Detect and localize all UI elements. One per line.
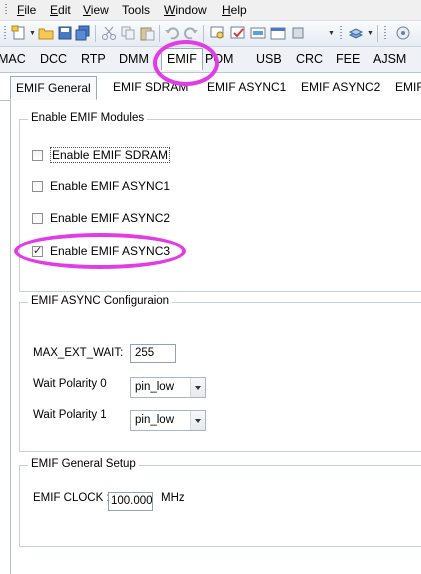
module-tab-bar: MAC DCC RTP DMM POM USB CRC FEE AJSM EMI… — [0, 47, 421, 73]
emif-general-panel: Enable EMIF Modules Enable EMIF SDRAM En… — [10, 100, 421, 574]
build-icon[interactable] — [250, 25, 266, 41]
menu-grip[interactable] — [5, 4, 7, 16]
tab-dcc[interactable]: DCC — [40, 52, 67, 66]
tab-ajsm[interactable]: AJSM — [373, 52, 406, 66]
cut-icon[interactable] — [101, 25, 117, 41]
enable-emif-modules-title: Enable EMIF Modules — [28, 112, 148, 124]
search-code-icon[interactable] — [210, 25, 226, 41]
checkbox-label: Enable EMIF ASYNC3 — [50, 244, 171, 258]
checkbox-label: Enable EMIF ASYNC2 — [50, 211, 171, 225]
tab-fee[interactable]: FEE — [336, 52, 360, 66]
emif-clock-input[interactable]: 100.000 — [108, 492, 153, 511]
enable-async1-checkbox[interactable]: Enable EMIF ASYNC1 — [32, 179, 170, 193]
tab-mac[interactable]: MAC — [0, 52, 26, 66]
chevron-down-icon[interactable] — [190, 411, 205, 430]
toolbar-grip[interactable] — [384, 26, 386, 41]
toolbar: ▼ ▼ ▼ — [0, 21, 421, 47]
emif-general-setup-group: EMIF General Setup EMIF CLOCK : 100.000 … — [19, 458, 421, 547]
menu-window[interactable]: Window — [164, 3, 207, 17]
menu-help[interactable]: Help — [222, 3, 247, 17]
paste-icon[interactable] — [139, 25, 155, 41]
debug-icon[interactable] — [270, 25, 286, 41]
tab-usb[interactable]: USB — [256, 52, 282, 66]
wait-polarity-0-select[interactable]: pin_low — [130, 377, 206, 398]
menu-view[interactable]: View — [83, 3, 109, 17]
tab-crc[interactable]: CRC — [296, 52, 323, 66]
subtab-emif-async2[interactable]: EMIF ASYNC2 — [301, 80, 380, 94]
toolbar-grip[interactable] — [4, 26, 6, 41]
checkbox-label: Enable EMIF ASYNC1 — [50, 179, 171, 193]
wait-polarity-0-label: Wait Polarity 0 — [33, 378, 107, 390]
checkbox-box[interactable] — [32, 212, 43, 224]
undo-icon[interactable] — [164, 25, 180, 41]
sub-tab-bar: EMIF General EMIF SDRAM EMIF ASYNC1 EMIF… — [0, 73, 421, 101]
subtab-emif-async3[interactable]: EMIF — [395, 80, 421, 94]
emif-clock-label: EMIF CLOCK : — [33, 492, 110, 504]
save-all-icon[interactable] — [75, 25, 91, 41]
menu-edit[interactable]: Edit — [50, 3, 71, 17]
copy-icon[interactable] — [120, 25, 136, 41]
layers-icon[interactable] — [348, 25, 364, 41]
max-ext-wait-label: MAX_EXT_WAIT: — [33, 347, 124, 359]
emif-async-config-title: EMIF ASYNC Configuraion — [28, 295, 173, 307]
subtab-emif-general[interactable]: EMIF General — [10, 76, 97, 100]
layers-dropdown-icon[interactable]: ▼ — [367, 30, 374, 37]
wait-polarity-0-value: pin_low — [135, 381, 174, 393]
new-file-icon[interactable] — [11, 25, 27, 41]
emif-async-config-group: EMIF ASYNC Configuraion MAX_EXT_WAIT: 25… — [19, 295, 421, 452]
wait-polarity-1-value: pin_low — [135, 414, 174, 426]
save-icon[interactable] — [57, 25, 73, 41]
toolbar-separator — [159, 25, 160, 42]
chevron-down-icon[interactable] — [190, 378, 205, 397]
checkbox-box[interactable] — [32, 180, 43, 192]
toolbar-separator — [95, 25, 96, 42]
emif-general-setup-title: EMIF General Setup — [28, 458, 139, 470]
toolbar-grip[interactable] — [340, 26, 342, 41]
redo-icon[interactable] — [183, 25, 199, 41]
wait-polarity-1-select[interactable]: pin_low — [130, 410, 206, 431]
max-ext-wait-input[interactable]: 255 — [130, 344, 176, 363]
checkbox-label: Enable EMIF SDRAM — [50, 147, 171, 163]
toolbar-separator — [203, 25, 204, 42]
new-file-dropdown-icon[interactable]: ▼ — [29, 30, 36, 37]
toolbar-separator — [377, 25, 378, 42]
tab-rtp[interactable]: RTP — [81, 52, 106, 66]
menu-tools[interactable]: Tools — [122, 3, 150, 17]
enable-sdram-checkbox[interactable]: Enable EMIF SDRAM — [32, 147, 171, 163]
subtab-emif-async1[interactable]: EMIF ASYNC1 — [207, 80, 286, 94]
check-code-icon[interactable] — [230, 25, 246, 41]
tab-emif[interactable]: EMIF — [161, 48, 203, 70]
settings-icon[interactable] — [395, 25, 411, 41]
menu-bar: File Edit View Tools Window Help — [0, 0, 421, 21]
wait-polarity-1-label: Wait Polarity 1 — [33, 409, 107, 421]
checkbox-box[interactable] — [32, 149, 43, 161]
tab-pom[interactable]: POM — [205, 52, 233, 66]
toolbar-overflow-icon[interactable]: ▼ — [328, 30, 335, 37]
checkbox-box[interactable] — [32, 244, 43, 257]
enable-async3-checkbox[interactable]: Enable EMIF ASYNC3 — [32, 244, 170, 258]
open-folder-icon[interactable] — [38, 25, 54, 41]
enable-async2-checkbox[interactable]: Enable EMIF ASYNC2 — [32, 211, 170, 225]
menu-file[interactable]: File — [17, 3, 36, 17]
chip-icon[interactable] — [290, 25, 306, 41]
emif-clock-unit: MHz — [161, 492, 185, 504]
tab-dmm[interactable]: DMM — [119, 52, 149, 66]
subtab-emif-sdram[interactable]: EMIF SDRAM — [113, 80, 188, 94]
enable-emif-modules-group: Enable EMIF Modules Enable EMIF SDRAM En… — [19, 112, 421, 292]
